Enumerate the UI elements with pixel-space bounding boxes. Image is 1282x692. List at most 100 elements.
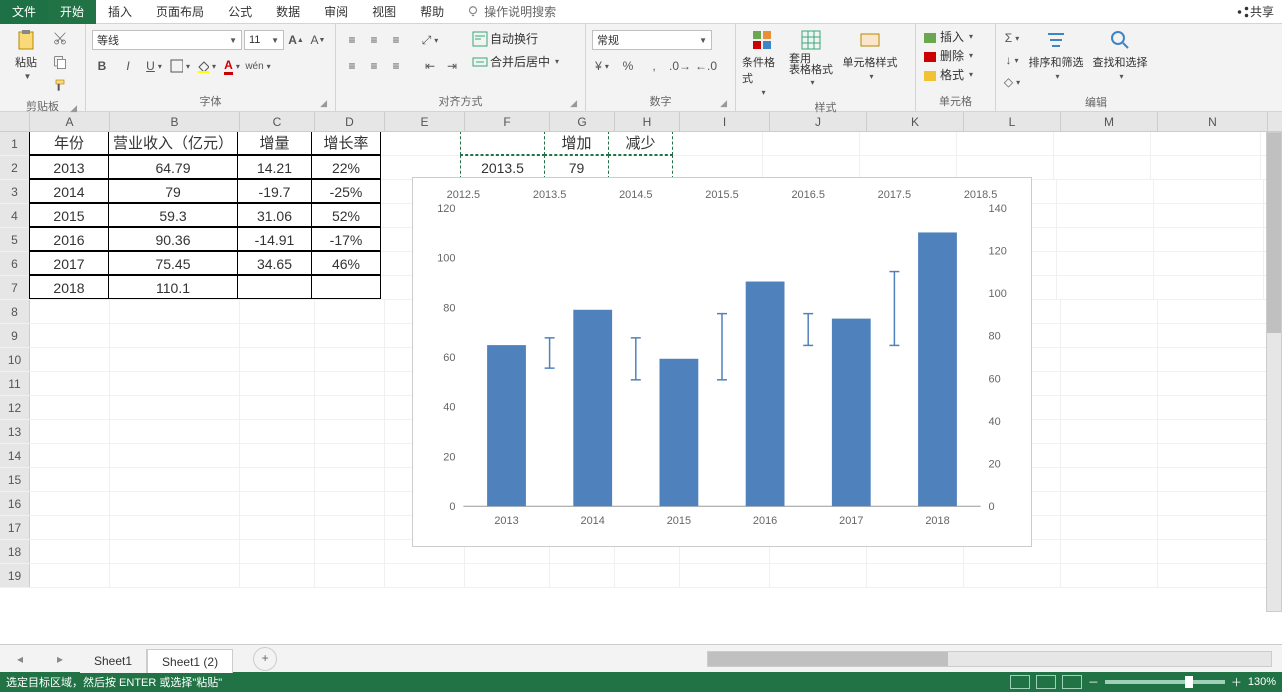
cell-C14[interactable] bbox=[240, 444, 315, 467]
cell-M3[interactable] bbox=[1057, 180, 1154, 203]
cell-D9[interactable] bbox=[315, 324, 385, 347]
cell-D8[interactable] bbox=[315, 300, 385, 323]
tab-file[interactable]: 文件 bbox=[0, 0, 48, 24]
cell-K2[interactable] bbox=[860, 156, 957, 179]
cell-I1[interactable] bbox=[673, 132, 763, 155]
cell-E1[interactable] bbox=[381, 132, 461, 155]
cell-A1[interactable]: 年份 bbox=[29, 132, 109, 155]
cell-G1[interactable]: 增加 bbox=[544, 132, 609, 155]
paste-button[interactable]: 粘贴▼ bbox=[6, 26, 46, 81]
col-header-M[interactable]: M bbox=[1061, 112, 1158, 131]
tab-home[interactable]: 开始 bbox=[48, 0, 96, 24]
cell-D18[interactable] bbox=[315, 540, 385, 563]
fill-color-button[interactable]: ▾ bbox=[196, 56, 216, 76]
row-header-6[interactable]: 6 bbox=[0, 252, 30, 275]
cell-C7[interactable] bbox=[237, 275, 312, 299]
cell-F2[interactable]: 2013.5 bbox=[460, 155, 545, 179]
insert-cells-button[interactable]: 插入▾ bbox=[922, 28, 973, 45]
wrap-text-button[interactable]: 自动换行 bbox=[472, 30, 559, 47]
cond-format-button[interactable]: 条件格式▾ bbox=[742, 26, 782, 97]
cell-C19[interactable] bbox=[240, 564, 315, 587]
cell-A6[interactable]: 2017 bbox=[29, 251, 109, 275]
percent-button[interactable]: % bbox=[618, 56, 638, 76]
cell-J19[interactable] bbox=[770, 564, 867, 587]
cell-D5[interactable]: -17% bbox=[311, 227, 381, 251]
cell-L2[interactable] bbox=[957, 156, 1054, 179]
col-header-L[interactable]: L bbox=[964, 112, 1061, 131]
font-size-combo[interactable]: 11▼ bbox=[244, 30, 284, 50]
cell-M17[interactable] bbox=[1061, 516, 1158, 539]
cell-G19[interactable] bbox=[550, 564, 615, 587]
cell-F1[interactable] bbox=[460, 132, 545, 155]
row-header-3[interactable]: 3 bbox=[0, 180, 30, 203]
cell-A17[interactable] bbox=[30, 516, 110, 539]
cell-M12[interactable] bbox=[1061, 396, 1158, 419]
grow-font-button[interactable]: A▲ bbox=[286, 30, 306, 50]
accounting-button[interactable]: ¥▾ bbox=[592, 56, 612, 76]
cell-C9[interactable] bbox=[240, 324, 315, 347]
align-right-button[interactable]: ≡ bbox=[386, 56, 406, 76]
row-header-17[interactable]: 17 bbox=[0, 516, 30, 539]
cell-M14[interactable] bbox=[1061, 444, 1158, 467]
bold-button[interactable]: B bbox=[92, 56, 112, 76]
cell-M11[interactable] bbox=[1061, 372, 1158, 395]
cell-N17[interactable] bbox=[1158, 516, 1268, 539]
cell-H1[interactable]: 减少 bbox=[608, 132, 673, 155]
cell-F19[interactable] bbox=[465, 564, 550, 587]
autosum-button[interactable]: Σ▾ bbox=[1002, 28, 1022, 48]
cell-D15[interactable] bbox=[315, 468, 385, 491]
col-header-F[interactable]: F bbox=[465, 112, 550, 131]
cell-B13[interactable] bbox=[110, 420, 240, 443]
embedded-chart[interactable]: 0204060801001200204060801001201402012.52… bbox=[412, 177, 1032, 547]
orientation-button[interactable]: ⤢▾ bbox=[420, 30, 440, 50]
horizontal-scrollbar[interactable] bbox=[707, 651, 1272, 667]
copy-button[interactable] bbox=[50, 52, 70, 72]
view-pagelayout-button[interactable] bbox=[1036, 675, 1056, 689]
cell-E2[interactable] bbox=[381, 156, 461, 179]
tab-formula[interactable]: 公式 bbox=[216, 0, 264, 24]
vertical-scrollbar[interactable] bbox=[1266, 132, 1282, 612]
row-header-7[interactable]: 7 bbox=[0, 276, 30, 299]
cell-C8[interactable] bbox=[240, 300, 315, 323]
align-center-button[interactable]: ≡ bbox=[364, 56, 384, 76]
cell-C11[interactable] bbox=[240, 372, 315, 395]
align-bottom-button[interactable]: ≡ bbox=[386, 30, 406, 50]
cell-A18[interactable] bbox=[30, 540, 110, 563]
new-sheet-button[interactable]: + bbox=[253, 647, 277, 671]
indent-inc-button[interactable]: ⇥ bbox=[442, 56, 462, 76]
cell-D17[interactable] bbox=[315, 516, 385, 539]
zoom-in-button[interactable]: ＋ bbox=[1231, 674, 1242, 690]
cell-K1[interactable] bbox=[860, 132, 957, 155]
cell-D16[interactable] bbox=[315, 492, 385, 515]
cell-B8[interactable] bbox=[110, 300, 240, 323]
col-header-G[interactable]: G bbox=[550, 112, 615, 131]
align-top-button[interactable]: ≡ bbox=[342, 30, 362, 50]
cell-C2[interactable]: 14.21 bbox=[237, 155, 312, 179]
cell-A12[interactable] bbox=[30, 396, 110, 419]
cell-E19[interactable] bbox=[385, 564, 465, 587]
cell-M13[interactable] bbox=[1061, 420, 1158, 443]
row-header-10[interactable]: 10 bbox=[0, 348, 30, 371]
cell-B2[interactable]: 64.79 bbox=[108, 155, 238, 179]
cell-N2[interactable] bbox=[1151, 156, 1261, 179]
cell-D6[interactable]: 46% bbox=[311, 251, 381, 275]
cell-D4[interactable]: 52% bbox=[311, 203, 381, 227]
shrink-font-button[interactable]: A▼ bbox=[308, 30, 328, 50]
cell-D7[interactable] bbox=[311, 275, 381, 299]
underline-button[interactable]: U▾ bbox=[144, 56, 164, 76]
row-header-14[interactable]: 14 bbox=[0, 444, 30, 467]
cell-J2[interactable] bbox=[763, 156, 860, 179]
dec-decimal-button[interactable]: ←.0 bbox=[696, 56, 716, 76]
zoom-slider[interactable] bbox=[1105, 680, 1225, 684]
cell-D10[interactable] bbox=[315, 348, 385, 371]
cell-M18[interactable] bbox=[1061, 540, 1158, 563]
cell-A15[interactable] bbox=[30, 468, 110, 491]
cell-N10[interactable] bbox=[1158, 348, 1268, 371]
row-header-13[interactable]: 13 bbox=[0, 420, 30, 443]
tab-help[interactable]: 帮助 bbox=[408, 0, 456, 24]
cell-A2[interactable]: 2013 bbox=[29, 155, 109, 179]
cell-D11[interactable] bbox=[315, 372, 385, 395]
cell-C10[interactable] bbox=[240, 348, 315, 371]
cell-M15[interactable] bbox=[1061, 468, 1158, 491]
table-format-button[interactable]: 套用 表格格式▾ bbox=[786, 26, 836, 87]
